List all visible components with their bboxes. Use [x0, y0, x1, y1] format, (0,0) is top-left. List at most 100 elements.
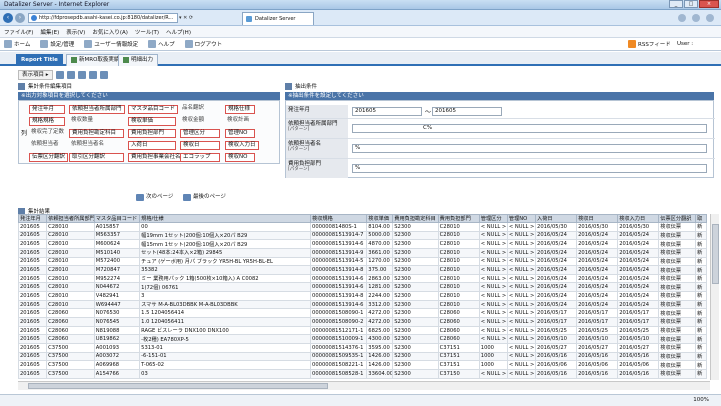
column-header[interactable]: 発注年月 — [17, 214, 48, 223]
minimize-button[interactable]: _ — [669, 0, 683, 8]
column-header[interactable]: 規格/仕様 — [139, 214, 312, 223]
home-link[interactable]: ホーム — [4, 40, 30, 48]
output-item-option[interactable]: 検収NO — [225, 153, 255, 162]
output-item-option[interactable]: 検収入力日 — [225, 141, 259, 150]
output-item-option[interactable]: マスタ品目コード — [128, 105, 179, 114]
table-row[interactable]: 201605 C28010 M510140 セット(48本:24本入×2箱) 2984… — [17, 247, 707, 258]
column-header[interactable]: 取 — [695, 214, 707, 223]
zoom-level[interactable]: 100% — [693, 397, 709, 403]
table-row[interactable]: 201605 C28010 M563357 幅19mm 1セット(200個:10個入×… — [17, 230, 707, 241]
column-header[interactable]: 費用負担部門 — [437, 214, 480, 223]
table-row[interactable]: 201605 C28060 N076530 1.5 1204056414 0000008… — [17, 308, 707, 319]
table-row[interactable]: 201605 C28010 M572400 チュア (ゲーボ用) 月パ ブラック YR… — [17, 256, 707, 267]
column-header[interactable]: 管理区分 — [478, 214, 508, 223]
column-header[interactable]: 検収単価 — [366, 214, 394, 223]
output-item-option[interactable]: 検収金額 — [180, 117, 220, 126]
column-header[interactable]: 検収規格 — [310, 214, 368, 223]
order-month-to-input[interactable]: 201605 — [432, 107, 502, 116]
table-icon[interactable] — [55, 71, 64, 79]
horizontal-scrollbar[interactable] — [18, 381, 710, 390]
menu-tools[interactable]: ツール(T) — [135, 28, 159, 36]
output-item-option[interactable]: 依頼担当者 — [29, 141, 65, 150]
horizontal-scroll-thumb[interactable] — [28, 383, 328, 389]
output-item-option[interactable]: 検収日 — [180, 141, 220, 150]
url-input[interactable]: http://fdprosepdb.asahi-kasei.co.jp:8180… — [28, 13, 178, 23]
output-item-option[interactable]: 費用負担事業会社名 — [128, 153, 184, 162]
order-month-from-input[interactable]: 201605 — [352, 107, 422, 116]
output-item-option[interactable]: 規格規格 — [29, 117, 65, 126]
table-row[interactable]: 201605 C37500 A003072 -6-151-01 000000815095… — [17, 351, 707, 362]
column-header[interactable]: 入荷日 — [535, 214, 578, 223]
last-page-button[interactable]: 最後のページ — [183, 193, 226, 202]
table-row[interactable]: 201605 C28010 N044672 1(72個) 06761 000000815… — [17, 282, 707, 293]
vertical-scrollbar[interactable] — [710, 214, 719, 380]
forward-icon[interactable]: › — [15, 13, 25, 23]
table-row[interactable]: 201605 C37500 A154766 03 00000081508528-1 336… — [17, 368, 707, 379]
table-row[interactable]: 201605 C37500 A069968 T-065-02 0000008150822… — [17, 360, 707, 370]
output-item-option[interactable]: 依頼担当者所属部門 — [69, 105, 125, 114]
output-item-option[interactable]: エコラップ — [180, 153, 220, 162]
rss-link[interactable]: RSSフィード — [628, 40, 671, 48]
user-info-link[interactable]: ユーザー情報設定 — [84, 40, 138, 48]
output-item-option[interactable]: 費用負担勘定科目 — [69, 129, 124, 138]
tab-detail-output[interactable]: 明細出力 — [118, 54, 159, 66]
column-header[interactable]: 管理NO — [506, 214, 537, 223]
display-items-button[interactable]: 表示項目 ▸ — [18, 70, 53, 80]
table-row[interactable]: 201605 C28060 N076545 1.0 1204056411 0000008… — [17, 317, 707, 327]
output-item-option[interactable]: 品名翻訳 — [180, 105, 220, 114]
output-item-option[interactable]: 費用負担部門 — [128, 129, 176, 138]
back-icon[interactable]: ‹ — [3, 13, 13, 23]
menu-view[interactable]: 表示(V) — [66, 28, 85, 36]
output-item-option[interactable]: 伝票区分翻訳 — [29, 153, 69, 162]
export-icon[interactable] — [66, 71, 75, 79]
table-row[interactable]: 201605 C28010 M720847 35382 00000081513914-8… — [17, 265, 707, 275]
logout-link[interactable]: ログアウト — [184, 40, 222, 48]
output-item-option[interactable]: 管理NO — [225, 129, 255, 138]
close-button[interactable]: × — [699, 0, 719, 8]
output-item-option[interactable]: 依頼担当者名 — [69, 141, 124, 150]
table-row[interactable]: 201605 C28060 N819088 RAGE ビスレーラ DNX100 DNX… — [17, 325, 707, 336]
settings-link[interactable]: 設定/管理 — [40, 40, 74, 48]
output-item-option[interactable]: 検収単価 — [128, 117, 176, 126]
output-item-option[interactable]: 検収計画 — [225, 117, 255, 126]
favorites-icon[interactable] — [692, 14, 700, 22]
menu-edit[interactable]: 編集(E) — [40, 28, 59, 36]
tab-report-title[interactable]: Report Title — [16, 54, 63, 66]
maximize-button[interactable]: □ — [684, 0, 698, 8]
menu-file[interactable]: ファイル(F) — [4, 28, 33, 36]
table-row[interactable]: 201605 C28010 M600624 幅15mm 1セット(200個:10個入×… — [17, 239, 707, 249]
menu-help[interactable]: ヘルプ(H) — [166, 28, 191, 36]
requester-pattern-input[interactable]: % — [352, 144, 707, 153]
home-icon[interactable] — [678, 14, 686, 22]
column-header[interactable]: 伝票区分翻訳 — [658, 214, 697, 223]
table-row[interactable]: 201605 C28010 W694447 スマサ M-A-BL03DBBK M-A-… — [17, 299, 707, 310]
table-row[interactable]: 201605 C37500 A001093 5313-01 00000081514376… — [17, 342, 707, 353]
cost-dept-pattern-input[interactable]: % — [352, 164, 707, 173]
output-item-option[interactable]: 検収完了定数 — [29, 129, 66, 138]
tab-mro-results[interactable]: 新MRO取扱実績 — [66, 54, 125, 66]
vertical-scroll-thumb[interactable] — [712, 224, 719, 284]
output-item-option[interactable]: 発注年月 — [29, 105, 65, 114]
address-controls[interactable]: ▾ ✕ ⟳ — [179, 13, 239, 23]
settings-icon[interactable] — [88, 71, 97, 79]
column-header[interactable]: 費用負担勘定科目 — [392, 214, 439, 223]
menu-favorites[interactable]: お気に入り(A) — [92, 28, 128, 36]
table-row[interactable]: 201605 C28010 M952274 ミー 業務用パック 1箱(500枚×10箱… — [17, 273, 707, 284]
chart-icon[interactable] — [77, 71, 86, 79]
gear-icon[interactable] — [706, 14, 714, 22]
help-link[interactable]: ヘルプ — [148, 40, 175, 48]
output-item-option[interactable]: 管理区分 — [180, 129, 220, 138]
output-item-option[interactable]: 取引区分翻訳 — [69, 153, 124, 162]
output-item-option[interactable]: 規格仕様 — [225, 105, 255, 114]
column-header[interactable]: 検収日 — [576, 214, 619, 223]
browser-tab[interactable]: Datalizer Server — [242, 12, 314, 25]
column-header[interactable]: 検収入力日 — [617, 214, 660, 223]
column-header[interactable]: 依頼担当者所属部門 — [46, 214, 95, 223]
table-row[interactable]: 201605 C28060 U819862 -枚2種) EA780XP-5 000000… — [17, 334, 707, 344]
column-header[interactable]: マスタ品目コード — [93, 214, 141, 223]
dept-pattern-input[interactable]: C% — [352, 124, 707, 133]
next-page-button[interactable]: 次のページ — [136, 193, 173, 202]
table-row[interactable]: 201605 C28010 A015857 00 00000081480S-1 8104.… — [17, 222, 707, 232]
output-item-option[interactable]: 検収数量 — [69, 117, 124, 126]
table-row[interactable]: 201605 C28010 V482941 3 00000081513914-8 2244… — [17, 291, 707, 301]
